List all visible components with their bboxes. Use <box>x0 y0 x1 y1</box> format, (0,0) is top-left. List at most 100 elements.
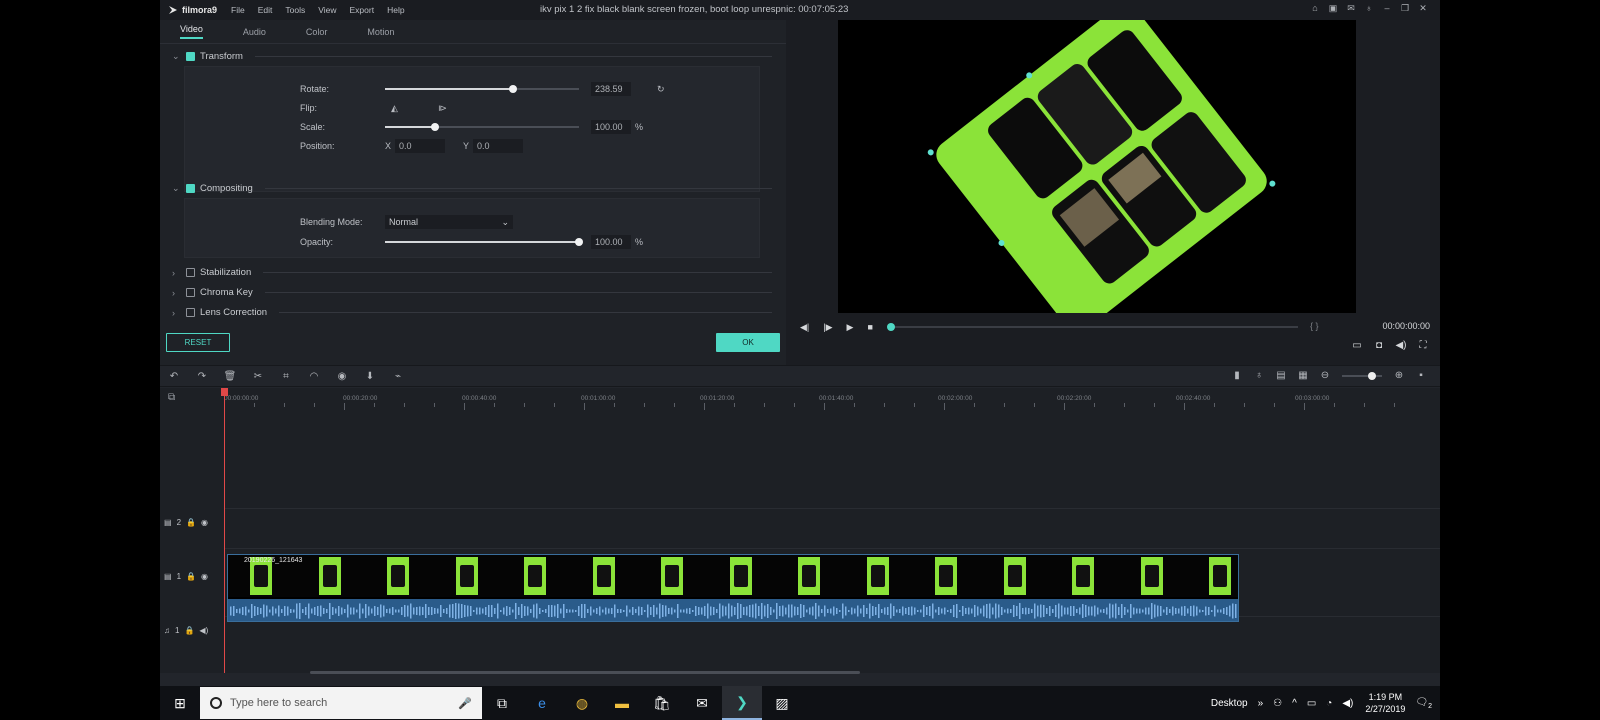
speed-icon[interactable]: ◠ <box>300 371 328 382</box>
chevron-right-icon[interactable]: › <box>172 268 182 278</box>
transform-handle[interactable] <box>926 148 934 156</box>
people-icon[interactable]: ⚇ <box>1273 698 1282 709</box>
close-icon[interactable]: ✕ <box>1414 3 1432 14</box>
zoom-in-icon[interactable]: ⊕ <box>1388 370 1410 381</box>
desktop-toolbar-label[interactable]: Desktop <box>1211 698 1248 709</box>
preview-scrubber[interactable] <box>887 323 1298 331</box>
rotate-slider-handle[interactable] <box>509 85 517 93</box>
menu-tools[interactable]: Tools <box>285 5 305 15</box>
step-back-icon[interactable]: ◀| <box>800 322 809 333</box>
speaker-icon[interactable]: ◀) <box>199 626 208 635</box>
store-icon[interactable]: 🛍 <box>642 686 682 720</box>
color-icon[interactable]: ◉ <box>328 371 356 382</box>
chroma-key-checkbox[interactable] <box>186 288 195 297</box>
tab-video[interactable]: Video <box>180 24 203 39</box>
tray-expand-icon[interactable]: ^ <box>1292 698 1297 709</box>
cut-icon[interactable]: ✂ <box>244 371 272 382</box>
monitor-icon[interactable]: ▭ <box>1346 340 1368 351</box>
mark-in-out[interactable]: { } <box>1310 321 1319 331</box>
battery-icon[interactable]: ▭ <box>1307 698 1316 709</box>
menu-help[interactable]: Help <box>387 5 404 15</box>
task-view-icon[interactable]: ⧉ <box>482 686 522 720</box>
render-icon[interactable]: ▦ <box>1292 370 1314 381</box>
file-explorer-icon[interactable]: ▬ <box>602 686 642 720</box>
menu-edit[interactable]: Edit <box>258 5 273 15</box>
volume-icon[interactable]: ◀) <box>1342 698 1353 709</box>
chrome-icon[interactable]: ◍ <box>562 686 602 720</box>
playhead[interactable] <box>221 388 228 673</box>
transform-section-header[interactable]: ⌄ Transform <box>172 51 772 62</box>
opacity-value[interactable]: 100.00 <box>591 235 631 249</box>
scale-value[interactable]: 100.00 <box>591 120 631 134</box>
flip-vertical-icon[interactable]: ⧐ <box>438 103 447 114</box>
scale-slider[interactable] <box>385 123 579 131</box>
notifications-icon[interactable]: 🗨2 <box>1415 697 1432 710</box>
stabilization-checkbox[interactable] <box>186 268 195 277</box>
opacity-slider-handle[interactable] <box>575 238 583 246</box>
menu-export[interactable]: Export <box>350 5 375 15</box>
scale-slider-handle[interactable] <box>431 123 439 131</box>
crop-icon[interactable]: ⌗ <box>272 371 300 382</box>
compositing-checkbox[interactable] <box>186 184 195 193</box>
snapshot-icon[interactable]: ◘ <box>1368 340 1390 351</box>
volume-icon[interactable]: ◀) <box>1390 340 1412 351</box>
playhead-handle[interactable] <box>221 388 228 396</box>
audio-mixer-icon[interactable]: ⌁ <box>384 371 412 382</box>
network-icon[interactable]: ◔ <box>1326 698 1332 709</box>
zoom-handle[interactable] <box>1368 371 1376 380</box>
opacity-slider[interactable] <box>385 238 583 246</box>
tab-color[interactable]: Color <box>306 27 328 37</box>
position-y-input[interactable]: 0.0 <box>473 139 523 153</box>
windows-start-icon[interactable]: ⊞ <box>160 695 200 712</box>
chroma-key-section-header[interactable]: › Chroma Key <box>172 287 772 298</box>
restore-icon[interactable]: ❐ <box>1396 3 1414 14</box>
chevron-right-icon[interactable]: › <box>172 288 182 298</box>
delete-icon[interactable]: 🗑 <box>216 371 244 382</box>
play-icon[interactable]: ▶ <box>847 322 854 333</box>
stabilization-section-header[interactable]: › Stabilization <box>172 267 772 278</box>
scrubber-handle[interactable] <box>887 323 895 331</box>
chevron-icon[interactable]: » <box>1258 698 1264 709</box>
chevron-right-icon[interactable]: › <box>172 308 182 318</box>
ok-button[interactable]: OK <box>716 333 780 352</box>
mail-icon[interactable]: ✉ <box>682 686 722 720</box>
microphone-icon[interactable]: 🎤 <box>458 697 472 710</box>
snapshot-icon[interactable]: ▤ <box>1270 370 1292 381</box>
step-forward-icon[interactable]: |▶ <box>823 322 832 333</box>
transform-checkbox[interactable] <box>186 52 195 61</box>
menu-view[interactable]: View <box>318 5 336 15</box>
mail-icon[interactable]: ✉ <box>1342 3 1360 14</box>
undo-icon[interactable]: ↶ <box>160 371 188 382</box>
timeline-zoom-slider[interactable] <box>1342 371 1382 380</box>
time-ruler[interactable]: 00:00:00:00 00:00:20:00 00:00:40:00 00:01:0… <box>224 388 1440 410</box>
minimize-icon[interactable]: – <box>1378 3 1396 14</box>
rotate-value[interactable]: 238.59 <box>591 82 631 96</box>
zoom-out-icon[interactable]: ⊖ <box>1314 370 1336 381</box>
photos-icon[interactable]: ▨ <box>762 686 802 720</box>
transform-handle[interactable] <box>1268 179 1276 187</box>
taskbar-clock[interactable]: 1:19 PM 2/27/2019 <box>1365 691 1405 715</box>
taskbar-search[interactable]: Type here to search 🎤 <box>200 687 482 719</box>
rotate-slider[interactable] <box>385 85 579 93</box>
filmora-taskbar-icon[interactable]: ❯ <box>722 686 762 720</box>
lens-correction-section-header[interactable]: › Lens Correction <box>172 307 772 318</box>
redo-icon[interactable]: ↷ <box>188 371 216 382</box>
eye-icon[interactable]: ◉ <box>201 572 208 581</box>
save-icon[interactable]: ▣ <box>1324 3 1342 14</box>
green-screen-icon[interactable]: ⬇ <box>356 371 384 382</box>
add-track-icon[interactable]: ⧉ <box>168 392 175 403</box>
record-voice-icon[interactable]: ♁ <box>1248 370 1270 381</box>
reset-button[interactable]: RESET <box>166 333 230 352</box>
fullscreen-icon[interactable]: ⛶ <box>1412 340 1434 351</box>
lens-correction-checkbox[interactable] <box>186 308 195 317</box>
lock-icon[interactable]: 🔒 <box>186 572 196 581</box>
chevron-down-icon[interactable]: ⌄ <box>172 183 182 194</box>
timeline-scrollbar[interactable] <box>310 671 860 674</box>
timeline-settings-icon[interactable]: ▪ <box>1410 370 1432 381</box>
compositing-section-header[interactable]: ⌄ Compositing <box>172 183 772 194</box>
lock-icon[interactable]: 🔒 <box>186 518 196 527</box>
preview-screen[interactable] <box>838 20 1356 313</box>
video-clip[interactable]: 20190226_121643 <box>227 554 1239 622</box>
tab-motion[interactable]: Motion <box>367 27 394 37</box>
reset-rotate-icon[interactable]: ↻ <box>657 84 665 95</box>
